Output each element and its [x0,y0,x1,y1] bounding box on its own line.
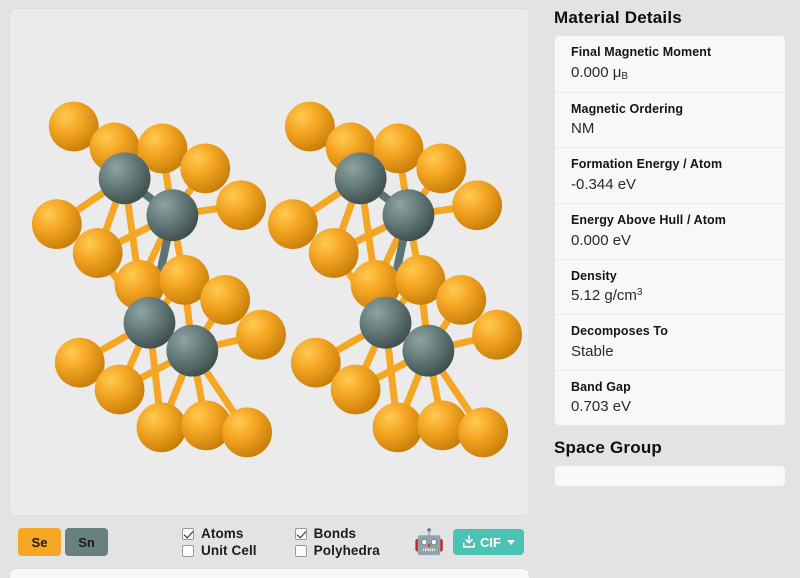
unit-cell-label: Unit Cell [201,543,257,558]
material-detail-page: Se Sn Atoms Unit Cell Bonds Polyhedra 🤖 … [0,0,800,578]
detail-label: Decomposes To [571,324,668,339]
polyhedra-checkbox[interactable] [294,544,307,557]
viewer-toolbar: Se Sn Atoms Unit Cell Bonds Polyhedra 🤖 … [9,521,530,563]
download-icon [463,535,476,548]
chevron-down-icon [507,539,515,545]
display-toggles: Atoms Unit Cell Bonds Polyhedra [182,526,380,558]
unit-cell-checkbox[interactable] [182,544,194,557]
detail-value: 5.12 g/cm3 [571,287,771,305]
detail-value: 0.000 μB [571,64,771,83]
viewer-actions: 🤖 CIF [414,529,524,555]
cif-label: CIF [480,534,501,550]
toggle-polyhedra[interactable]: Polyhedra [294,543,380,558]
legend-button-se[interactable]: Se [18,528,61,556]
space-group-heading: Space Group [554,438,663,458]
robot-icon[interactable]: 🤖 [414,529,445,555]
detail-value: NM [571,120,595,138]
detail-value: 0.703 eV [571,398,632,416]
download-cif-button[interactable]: CIF [453,529,524,555]
detail-value-text: 5.12 g/cm [571,287,637,305]
crystal-structure-viewer[interactable] [9,8,530,516]
detail-row-final-magnetic-moment: Final Magnetic Moment 0.000 μB [555,36,785,92]
toggle-column-left: Atoms Unit Cell [182,526,257,558]
material-details-sidebar: Material Details Final Magnetic Moment 0… [540,0,800,578]
toggle-unit-cell[interactable]: Unit Cell [182,543,257,558]
detail-value: 0.000 eV [571,231,632,249]
detail-row-formation-energy: Formation Energy / Atom -0.344 eV [555,147,785,203]
detail-label: Density [571,268,617,283]
material-details-heading: Material Details [554,8,682,27]
detail-label: Energy Above Hull / Atom [571,212,726,227]
atoms-checkbox[interactable] [182,527,194,540]
detail-label: Band Gap [571,379,631,394]
legend-button-sn[interactable]: Sn [65,528,108,556]
detail-row-band-gap: Band Gap 0.703 eV [555,369,785,426]
toggle-column-right: Bonds Polyhedra [294,526,380,558]
detail-label: Formation Energy / Atom [571,157,723,172]
next-panel-placeholder [9,568,530,578]
toggle-bonds[interactable]: Bonds [294,526,380,541]
detail-value-text: 0.000 μ [571,63,622,81]
space-group-card [554,465,786,488]
toggle-atoms[interactable]: Atoms [182,526,257,541]
bonds-checkbox[interactable] [294,527,307,540]
atoms-label: Atoms [201,526,244,541]
detail-row-density: Density 5.12 g/cm3 [555,258,785,315]
polyhedra-label: Polyhedra [313,543,380,558]
element-legend: Se Sn [18,528,108,556]
bonds-label: Bonds [313,526,357,541]
detail-value-subscript: B [621,70,629,82]
detail-row-magnetic-ordering: Magnetic Ordering NM [555,91,785,148]
structure-canvas[interactable] [10,9,529,515]
detail-label: Magnetic Ordering [571,101,684,116]
structure-viewer-column: Se Sn Atoms Unit Cell Bonds Polyhedra 🤖 … [0,0,540,578]
detail-value: Stable [571,342,614,360]
detail-value: -0.344 eV [571,175,637,193]
detail-row-energy-above-hull: Energy Above Hull / Atom 0.000 eV [555,202,785,259]
material-details-card: Final Magnetic Moment 0.000 μB Magnetic … [554,35,786,427]
detail-label: Final Magnetic Moment [571,45,712,59]
detail-row-decomposes-to: Decomposes To Stable [555,314,785,370]
detail-value-superscript: 3 [636,287,643,299]
